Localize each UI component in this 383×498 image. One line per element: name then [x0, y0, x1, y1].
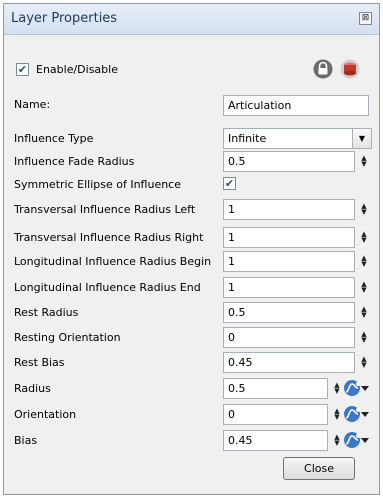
row-label: Orientation: [14, 408, 77, 421]
enable-label: Enable/Disable: [36, 63, 118, 76]
chevron-down-icon[interactable]: ▼: [352, 129, 371, 148]
row-label: Influence Fade Radius: [14, 155, 135, 168]
spin-arrows-icon[interactable]: ▲ ▼: [333, 382, 341, 395]
dialog-title: Layer Properties: [11, 11, 118, 26]
longitudinal-begin-input[interactable]: 1: [223, 251, 355, 272]
spin-arrows-icon[interactable]: ▲ ▼: [333, 408, 341, 421]
symmetric-ellipse-checkbox[interactable]: ✔: [223, 177, 236, 190]
rest-bias-input[interactable]: 0.45: [223, 352, 355, 373]
row-label: Radius: [14, 382, 51, 395]
spin-arrows-icon[interactable]: ▲ ▼: [360, 203, 368, 216]
orientation-input[interactable]: 0: [223, 404, 328, 425]
spin-arrows-icon[interactable]: ▲ ▼: [360, 231, 368, 244]
row-label: Longitudinal Influence Radius End: [14, 281, 201, 294]
radius-input[interactable]: 0.5: [223, 378, 328, 399]
chevron-down-icon[interactable]: [361, 438, 369, 443]
influence-type-select[interactable]: Infinite ▼: [223, 128, 372, 149]
row-label: Transversal Influence Radius Left: [14, 203, 196, 216]
spin-arrows-icon[interactable]: ▲ ▼: [360, 255, 368, 268]
chevron-down-icon[interactable]: [361, 412, 369, 417]
influence-type-label: Influence Type: [14, 132, 94, 145]
row-label: Transversal Influence Radius Right: [14, 231, 204, 244]
spin-arrows-icon[interactable]: ▲ ▼: [360, 155, 368, 168]
influence-fade-radius-input[interactable]: 0.5: [223, 151, 355, 172]
spin-arrows-icon[interactable]: ▲ ▼: [360, 281, 368, 294]
longitudinal-end-input[interactable]: 1: [223, 277, 355, 298]
name-label: Name:: [14, 98, 51, 111]
row-label: Longitudinal Influence Radius Begin: [14, 255, 212, 268]
spin-arrows-icon[interactable]: ▲ ▼: [360, 331, 368, 344]
title-bar: Layer Properties ⊠: [4, 4, 379, 35]
row-label: Symmetric Ellipse of Influence: [14, 178, 181, 191]
resting-orientation-input[interactable]: 0: [223, 327, 355, 348]
chevron-down-icon[interactable]: [361, 386, 369, 391]
spin-arrows-icon[interactable]: ▲ ▼: [360, 306, 368, 319]
enable-checkbox[interactable]: ✔: [16, 63, 29, 76]
transversal-right-input[interactable]: 1: [223, 227, 355, 248]
row-label: Resting Orientation: [14, 331, 121, 344]
rest-radius-input[interactable]: 0.5: [223, 302, 355, 323]
close-window-icon[interactable]: ⊠: [359, 12, 372, 25]
influence-type-value: Infinite: [228, 132, 267, 145]
transversal-left-input[interactable]: 1: [223, 199, 355, 220]
row-label: Rest Bias: [14, 356, 65, 369]
bias-input[interactable]: 0.45: [223, 430, 328, 451]
layer-color-icon[interactable]: [340, 58, 360, 80]
spin-arrows-icon[interactable]: ▲ ▼: [360, 356, 368, 369]
row-label: Bias: [14, 434, 38, 447]
lock-icon[interactable]: [313, 58, 333, 80]
close-button[interactable]: Close: [283, 457, 355, 480]
name-input[interactable]: Articulation: [223, 95, 369, 116]
row-label: Rest Radius: [14, 306, 79, 319]
spin-arrows-icon[interactable]: ▲ ▼: [333, 434, 341, 447]
